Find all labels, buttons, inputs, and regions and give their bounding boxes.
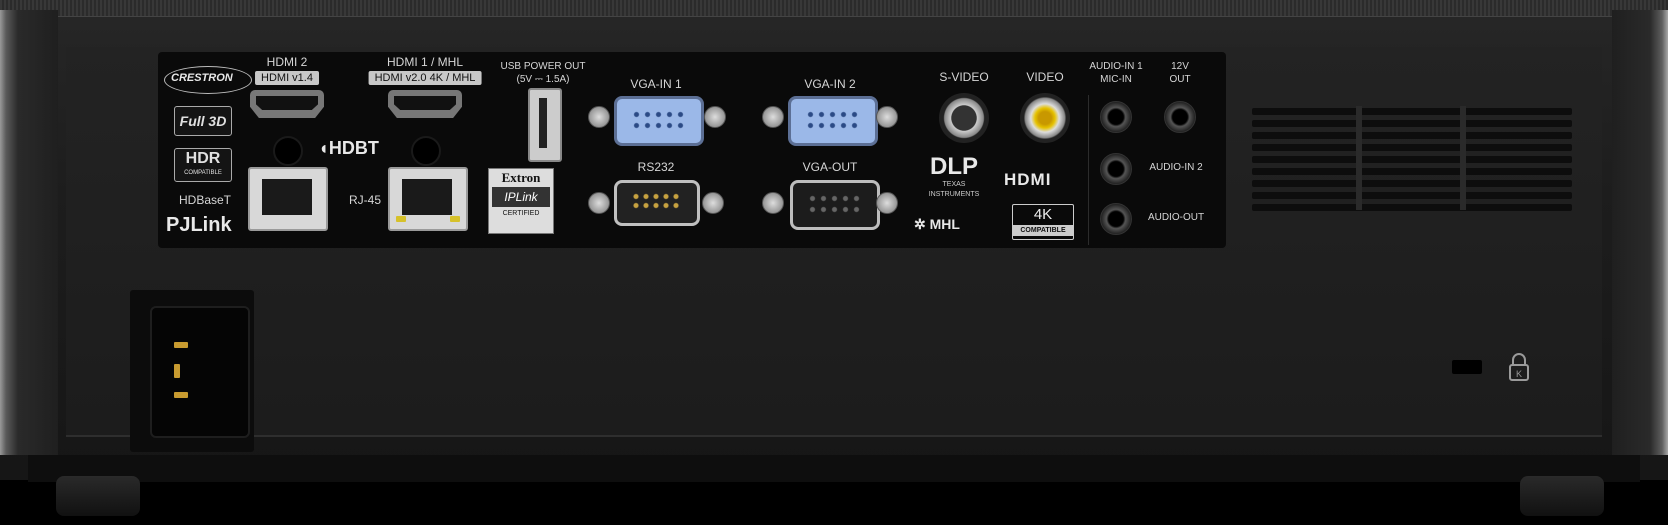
certified-text: CERTIFIED (502, 210, 540, 217)
vent-divider (1460, 106, 1466, 210)
screw-icon (876, 192, 898, 214)
power-pin (174, 342, 188, 348)
vent-slot (1252, 120, 1572, 127)
screw-icon (762, 106, 784, 128)
vent-slot (1252, 108, 1572, 115)
rj45-led-left (396, 216, 406, 222)
mhl-text: MHL (929, 216, 960, 232)
pjlink-logo: PJLink (166, 214, 232, 236)
rs232-label: RS232 (637, 160, 675, 174)
iplink-text: IPLink (492, 187, 550, 207)
hdmi1-version-chip: HDMI v2.0 4K / MHL (368, 71, 482, 85)
4k-text: 4K (1033, 206, 1053, 223)
screw-icon (704, 106, 726, 128)
usb-power-label: USB POWER OUT (500, 61, 586, 72)
vent-slot (1252, 204, 1572, 211)
video-label: VIDEO (1026, 70, 1064, 84)
extron-iplink-logo: Extron IPLink CERTIFIED (488, 168, 554, 234)
hdbt-text: HDBT (328, 138, 379, 158)
audio-out-label: AUDIO-OUT (1147, 212, 1205, 223)
audio-in1-label: AUDIO-IN 1 (1089, 61, 1143, 72)
hdbt-mark-icon: ◖ (318, 138, 329, 158)
lock-icon: K (1506, 352, 1532, 382)
crestron-logo: CRESTRON (164, 66, 252, 94)
hdbaset-label: HDBaseT (178, 193, 232, 207)
right-side-edge (1612, 10, 1668, 455)
right-foot (1520, 476, 1604, 516)
hdmi1-mhl-label: HDMI 1 / MHL (386, 55, 464, 69)
12v-out-label: OUT (1169, 74, 1191, 85)
svg-text:K: K (1516, 369, 1522, 379)
hdmi2-port[interactable] (250, 90, 324, 118)
vga-in1-port[interactable] (614, 96, 704, 146)
hdr-logo: HDR COMPATIBLE (174, 148, 232, 182)
4k-sub-text: COMPATIBLE (1013, 225, 1073, 236)
rj45-label: RJ-45 (348, 193, 382, 207)
dlp-sub-text: TEXAS INSTRUMENTS (928, 181, 980, 198)
4k-logo: 4K COMPATIBLE (1012, 204, 1074, 240)
screw-hole (411, 136, 441, 166)
hdmi2-version-chip: HDMI v1.4 (255, 71, 319, 85)
crestron-text: CRESTRON (171, 72, 233, 84)
full-3d-text: Full 3D (179, 113, 227, 129)
mhl-star-icon: ✲ (914, 216, 926, 232)
left-side-edge (0, 10, 58, 455)
vga-out-port[interactable] (790, 180, 880, 230)
hdbt-logo: ◖HDBT (318, 138, 379, 159)
vent-slot (1252, 180, 1572, 187)
dlp-text: DLP (930, 153, 978, 180)
screw-icon (876, 106, 898, 128)
vent-slot (1252, 156, 1572, 163)
vga-out-label: VGA-OUT (802, 160, 858, 174)
extron-text: Extron (501, 170, 541, 185)
audio-out-jack[interactable] (1100, 203, 1132, 235)
hdbaset-port[interactable] (248, 167, 328, 231)
hdmi-logo: HDMI (1004, 170, 1052, 189)
audio-in2-jack[interactable] (1100, 153, 1132, 185)
svideo-port[interactable] (939, 93, 989, 143)
ground-pin (174, 364, 180, 378)
vent-slot (1252, 168, 1572, 175)
vga-in2-label: VGA-IN 2 (804, 77, 856, 91)
usb-power-port[interactable] (528, 88, 562, 162)
hdmi2-label: HDMI 2 (266, 55, 308, 69)
full-3d-logo: Full 3D (174, 106, 232, 136)
audio-in2-label: AUDIO-IN 2 (1149, 162, 1203, 173)
ac-power-inlet[interactable] (150, 306, 250, 438)
svideo-label: S-VIDEO (939, 70, 989, 84)
usb-power-rating: (5V ⎓ 1.5A) (516, 74, 570, 85)
12v-out-jack[interactable] (1164, 101, 1196, 133)
mic-in-label: MIC-IN (1100, 74, 1132, 85)
rs232-port[interactable] (614, 180, 700, 226)
base (28, 455, 1640, 482)
air-vent (1252, 106, 1572, 211)
top-edge (0, 0, 1668, 17)
vent-slot (1252, 132, 1572, 139)
audio-in1-jack[interactable] (1100, 101, 1132, 133)
hdmi1-mhl-port[interactable] (388, 90, 462, 118)
hdr-sub-text: COMPATIBLE (184, 170, 222, 176)
vga-in1-label: VGA-IN 1 (630, 77, 682, 91)
dlp-logo: DLP TEXAS INSTRUMENTS (922, 154, 986, 200)
vent-slot (1252, 144, 1572, 151)
screw-icon (702, 192, 724, 214)
audio-divider (1088, 95, 1089, 245)
hdr-text: HDR (185, 150, 221, 167)
screw-icon (762, 192, 784, 214)
power-pin (174, 392, 188, 398)
rj45-led-right (450, 216, 460, 222)
vent-divider (1356, 106, 1362, 210)
screw-icon (588, 192, 610, 214)
video-rca-port[interactable] (1020, 93, 1070, 143)
vent-slot (1252, 192, 1572, 199)
mhl-logo: ✲ MHL (914, 216, 960, 233)
screw-hole (273, 136, 303, 166)
left-foot (56, 476, 140, 516)
kensington-slot[interactable] (1452, 360, 1482, 374)
screw-icon (588, 106, 610, 128)
vga-in2-port[interactable] (788, 96, 878, 146)
12v-label: 12V (1171, 61, 1189, 72)
